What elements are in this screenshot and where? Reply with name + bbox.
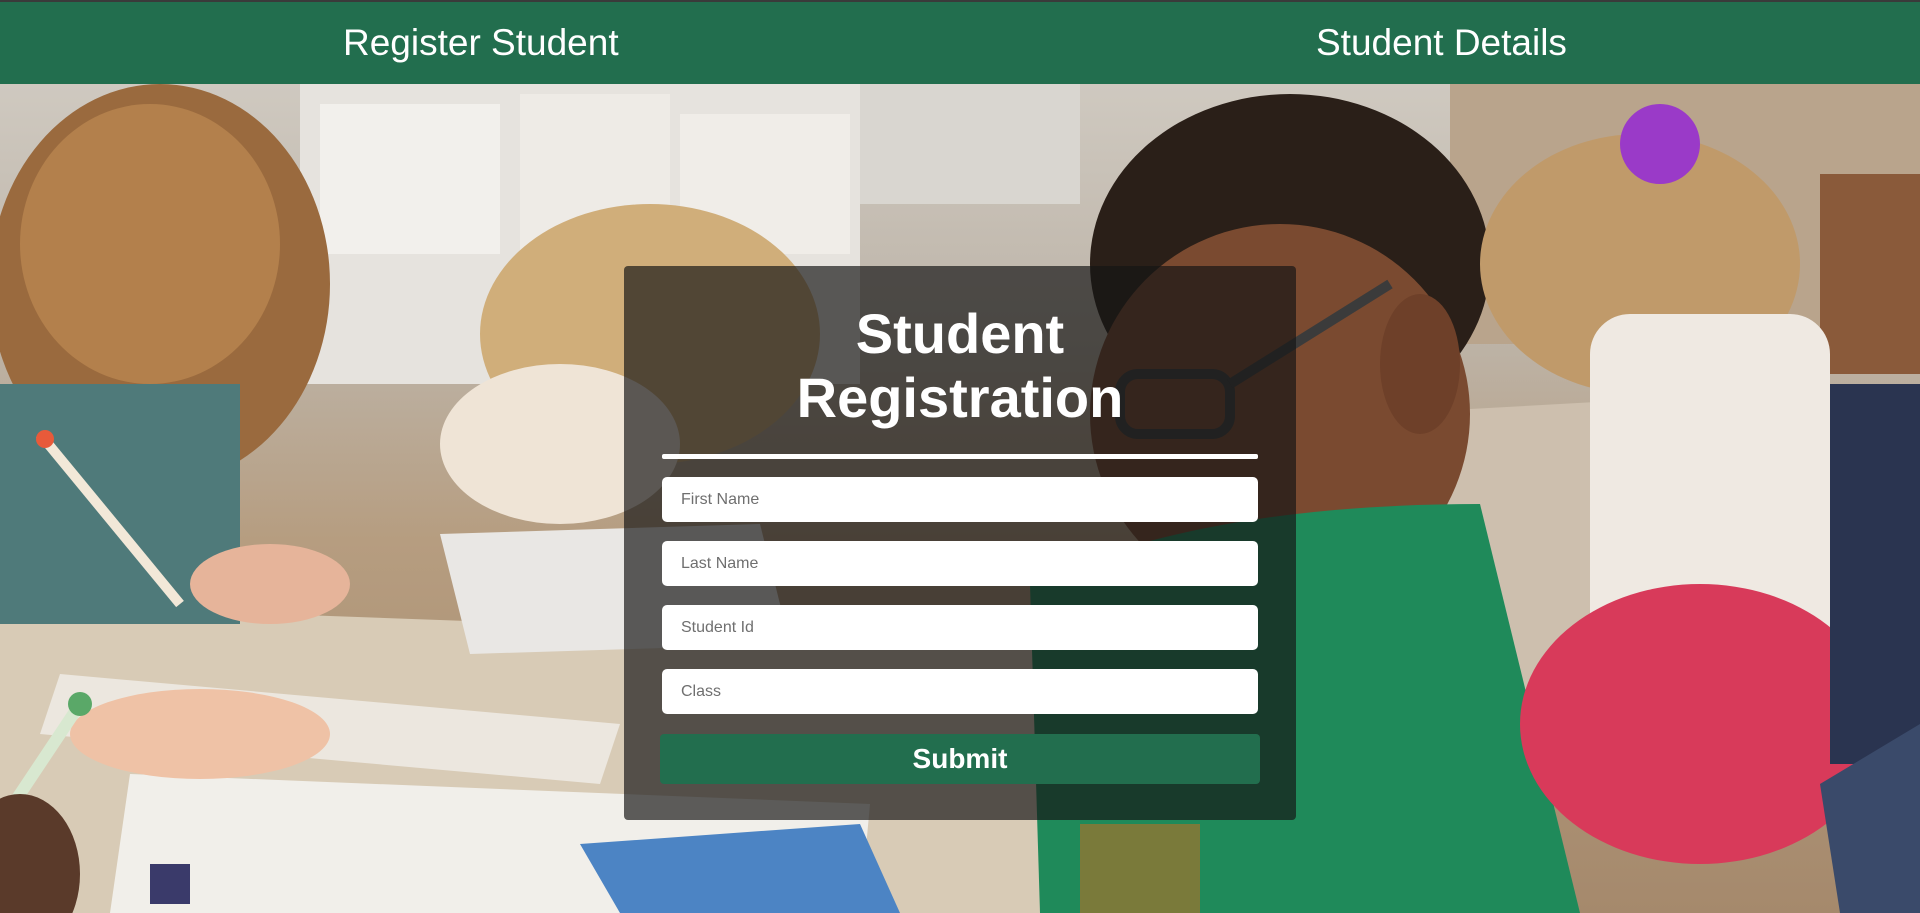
student-registration-card: Student Registration Submit	[624, 266, 1296, 820]
form-title-line1: Student	[855, 302, 1065, 365]
title-divider	[662, 454, 1258, 459]
last-name-input[interactable]	[662, 541, 1258, 586]
class-input[interactable]	[662, 669, 1258, 714]
form-title: Student Registration	[624, 302, 1296, 430]
first-name-input[interactable]	[662, 477, 1258, 522]
top-navbar: Register Student Student Details	[0, 0, 1920, 84]
nav-student-details-link[interactable]: Student Details	[1316, 2, 1567, 84]
form-title-line2: Registration	[796, 366, 1124, 429]
submit-button[interactable]: Submit	[660, 734, 1260, 784]
student-id-input[interactable]	[662, 605, 1258, 650]
nav-register-student-link[interactable]: Register Student	[343, 2, 619, 84]
